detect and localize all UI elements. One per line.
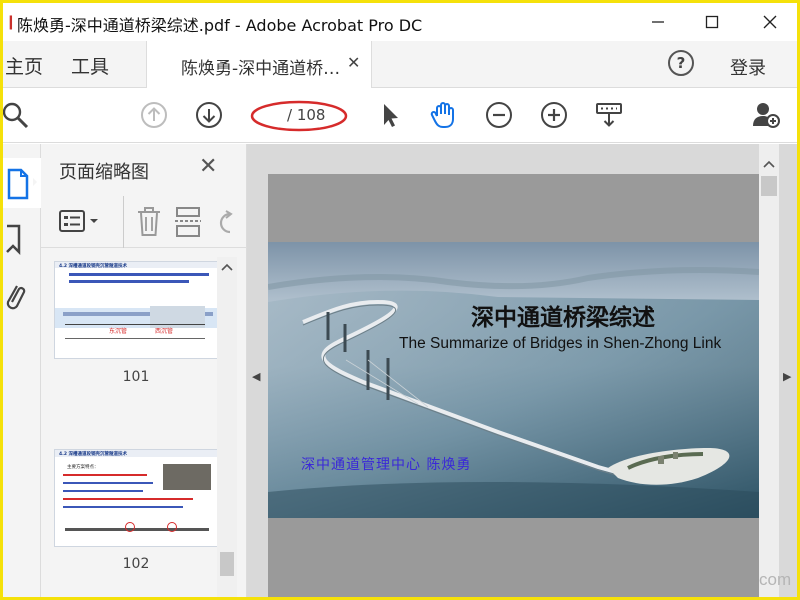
close-icon	[763, 15, 777, 29]
collapse-left-panel-icon[interactable]: ◀	[252, 370, 260, 383]
expand-right-panel-icon[interactable]: ▶	[783, 370, 791, 383]
options-menu-icon	[59, 210, 98, 232]
delete-page-button[interactable]	[136, 206, 162, 242]
add-user-icon[interactable]	[751, 99, 783, 131]
scrollbar-thumb[interactable]	[220, 552, 234, 576]
page-up-icon[interactable]	[138, 99, 170, 131]
page-number-input[interactable]	[258, 103, 286, 129]
slide-title: 深中通道桥梁综述	[471, 305, 655, 331]
thumbnail-page-102[interactable]: 4.2 深槽通道段钢壳沉管隧道技术 主要方案特点：	[54, 449, 218, 547]
left-nav-strip	[3, 144, 41, 597]
slide-page: 深中通道桥梁综述 The Summarize of Bridges in She…	[268, 242, 759, 518]
scroll-up-icon	[221, 263, 233, 271]
page-thumbnails-icon	[7, 168, 37, 200]
thumbnails-panel: 页面缩略图 ✕ 4.2 深槽通道段钢壳沉管隧道技术 东沉管 西沉管 101 4.…	[41, 144, 247, 597]
title-bar: ❙ 陈焕勇-深中通道桥梁综述.pdf - Adobe Acrobat Pro D…	[3, 3, 797, 41]
thumb-label: 东沉管	[109, 328, 128, 335]
watermark-text: com	[759, 570, 792, 589]
slide-author: 深中通道管理中心 陈焕勇	[301, 457, 472, 473]
scrollbar-thumb[interactable]	[761, 176, 777, 196]
page-margin-top	[268, 174, 759, 242]
window-title: 陈焕勇-深中通道桥梁综述.pdf - Adobe Acrobat Pro DC	[17, 16, 423, 35]
tab-bar: 主页 工具 陈焕勇-深中通道桥… ✕ ? 登录	[3, 41, 797, 88]
minimize-icon	[652, 21, 664, 23]
thumb-label: 西沉管	[155, 328, 174, 335]
thumbnail-page-number: 101	[122, 369, 150, 385]
page-number-field[interactable]: / 108	[250, 99, 348, 133]
acrobat-app-icon: ❙	[5, 14, 17, 30]
page-down-icon[interactable]	[193, 99, 225, 131]
panel-close-icon[interactable]: ✕	[199, 154, 217, 179]
hand-tool-icon[interactable]	[428, 99, 460, 131]
trash-icon	[138, 207, 160, 236]
panel-toolbar	[41, 196, 247, 248]
thumb-heading: 4.2 深槽通道段钢壳沉管隧道技术	[59, 452, 128, 457]
bridge-sea-image	[268, 242, 759, 518]
page-total: / 108	[287, 106, 326, 124]
zoom-out-icon[interactable]	[483, 99, 515, 131]
app-window: ❙ 陈焕勇-深中通道桥梁综述.pdf - Adobe Acrobat Pro D…	[0, 0, 800, 600]
search-icon[interactable]	[3, 99, 31, 131]
document-scrollbar[interactable]	[759, 144, 779, 597]
thumbnail-options-button[interactable]	[59, 208, 107, 240]
thumb-line: 主要方案特点：	[67, 465, 99, 470]
maximize-button[interactable]	[689, 7, 735, 37]
insert-page-icon	[175, 207, 201, 237]
attachments-tab[interactable]	[3, 280, 41, 320]
bookmark-icon	[6, 224, 21, 256]
thumbnail-page-101[interactable]: 4.2 深槽通道段钢壳沉管隧道技术 东沉管 西沉管	[54, 261, 218, 359]
minimize-button[interactable]	[635, 7, 681, 37]
rotate-icon	[219, 210, 233, 234]
zoom-in-icon[interactable]	[538, 99, 570, 131]
toolbar: / 108	[3, 89, 797, 143]
rotate-page-button[interactable]	[216, 210, 236, 240]
tab-document[interactable]: 陈焕勇-深中通道桥… ✕	[146, 41, 372, 88]
attachment-icon	[6, 285, 26, 310]
help-button[interactable]: ?	[668, 50, 694, 76]
divider	[123, 196, 124, 248]
close-window-button[interactable]	[747, 7, 793, 37]
thumbnail-page-number: 102	[122, 556, 150, 572]
document-view[interactable]: ◀ 深中通道桥梁综述 The Summarize of Bridges in S…	[247, 144, 797, 597]
thumbnails-scrollbar[interactable]	[217, 257, 237, 597]
login-button[interactable]: 登录	[730, 54, 766, 80]
bookmarks-tab[interactable]	[3, 222, 41, 262]
tab-close-icon[interactable]: ✕	[347, 53, 360, 72]
page-margin-bottom	[268, 518, 759, 597]
scroll-up-icon	[763, 160, 775, 168]
tab-tools[interactable]: 工具	[71, 52, 109, 79]
slide-subtitle: The Summarize of Bridges in Shen-Zhong L…	[399, 335, 722, 352]
maximize-icon	[705, 15, 719, 29]
insert-page-button[interactable]	[174, 206, 202, 242]
select-pointer-icon[interactable]	[373, 99, 405, 131]
scroll-mode-icon[interactable]	[593, 99, 625, 131]
page-thumbnails-tab[interactable]	[3, 158, 41, 208]
tab-home[interactable]: 主页	[5, 52, 43, 79]
thumb-heading: 4.2 深槽通道段钢壳沉管隧道技术	[59, 264, 128, 269]
tab-document-label: 陈焕勇-深中通道桥…	[181, 59, 341, 79]
panel-title: 页面缩略图	[59, 162, 149, 183]
